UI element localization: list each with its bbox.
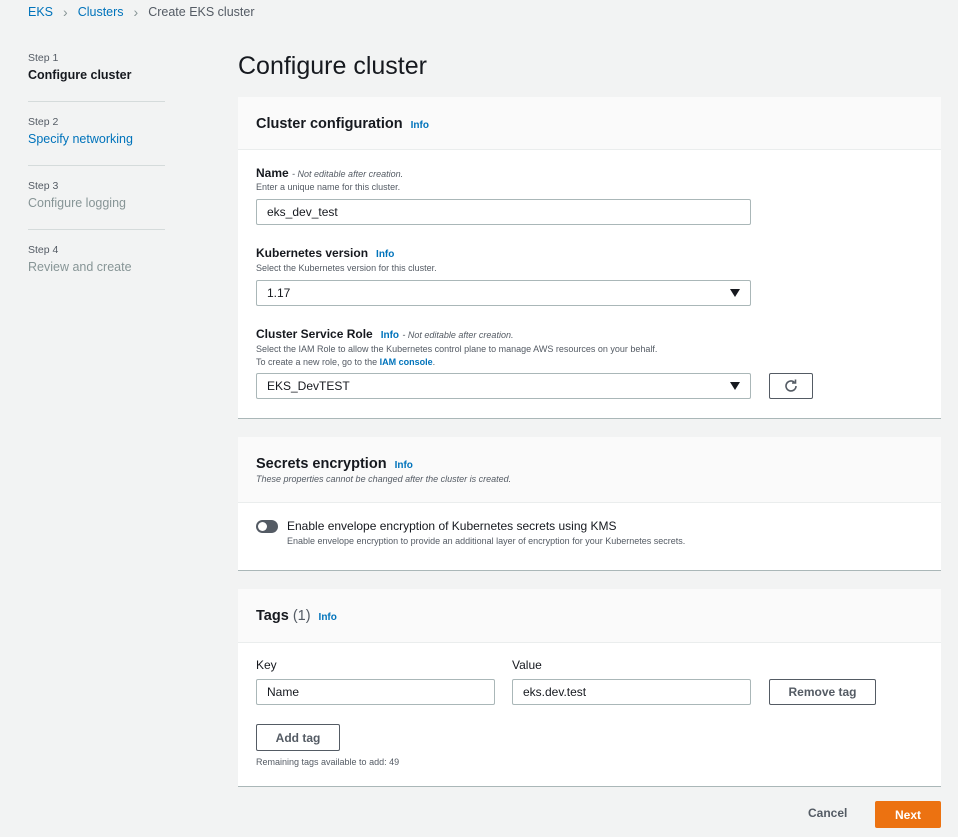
add-tag-button[interactable]: Add tag — [256, 724, 340, 751]
cluster-configuration-title: Cluster configuration — [256, 116, 403, 132]
kubernetes-version-value: 1.17 — [267, 286, 291, 300]
cluster-service-role-value: EKS_DevTEST — [267, 379, 350, 393]
cluster-name-value: eks_dev_test — [267, 205, 338, 219]
role-description-line2: To create a new role, go to the IAM cons… — [256, 356, 657, 369]
tag-key-value: Name — [267, 685, 300, 699]
panel-title: Secrets encryption Info — [256, 456, 413, 472]
secrets-subtitle: These properties cannot be changed after… — [256, 474, 512, 484]
cluster-service-role-select[interactable]: EKS_DevTEST — [256, 373, 751, 399]
tags-panel: Tags (1) Info Key Value Name eks.dev.test… — [238, 589, 941, 787]
kubernetes-version-description: Select the Kubernetes version for this c… — [256, 263, 437, 273]
info-link[interactable]: Info — [411, 120, 429, 131]
kubernetes-version-label-text: Kubernetes version — [256, 246, 369, 260]
tags-count: (1) — [292, 608, 311, 624]
breadcrumb-current: Create EKS cluster — [148, 5, 255, 19]
role-description-line1: Select the IAM Role to allow the Kuberne… — [256, 344, 658, 354]
step-number: Step 2 — [28, 116, 59, 128]
tag-value-input[interactable]: eks.dev.test — [512, 679, 751, 705]
value-column-header: Value — [512, 658, 542, 672]
info-link[interactable]: Info — [376, 249, 394, 260]
step-4: Step 4 Review and create — [28, 244, 165, 294]
breadcrumb: EKS › Clusters › Create EKS cluster — [28, 4, 255, 20]
step-1: Step 1 Configure cluster — [28, 52, 165, 102]
step-2[interactable]: Step 2 Specify networking — [28, 116, 165, 166]
panel-title: Tags (1) Info — [256, 608, 337, 624]
step-label: Configure logging — [28, 196, 126, 210]
breadcrumb-eks-link[interactable]: EKS — [28, 5, 53, 19]
envelope-encryption-description: Enable envelope encryption to provide an… — [287, 536, 686, 546]
cluster-service-role-label: Cluster Service Role Info - Not editable … — [256, 327, 513, 341]
name-note: - Not editable after creation. — [292, 169, 404, 179]
kubernetes-version-label: Kubernetes version Info — [256, 246, 394, 260]
envelope-encryption-label: Enable envelope encryption of Kubernetes… — [287, 519, 617, 533]
step-3: Step 3 Configure logging — [28, 180, 165, 230]
refresh-icon — [785, 379, 797, 392]
info-link[interactable]: Info — [381, 330, 399, 341]
tags-title: Tags — [256, 608, 289, 624]
cluster-service-role-description: Select the IAM Role to allow the Kuberne… — [256, 343, 657, 369]
envelope-encryption-toggle[interactable] — [256, 520, 278, 533]
panel-title: Cluster configuration Info — [256, 116, 429, 132]
caret-down-icon — [730, 289, 740, 297]
iam-console-link[interactable]: IAM console — [380, 357, 433, 367]
info-link[interactable]: Info — [395, 460, 413, 471]
role-description-prefix: To create a new role, go to the — [256, 357, 380, 367]
key-column-header: Key — [256, 658, 277, 672]
cluster-service-role-label-text: Cluster Service Role — [256, 327, 373, 341]
name-description: Enter a unique name for this cluster. — [256, 182, 401, 192]
cluster-configuration-panel: Cluster configuration Info Name - Not edi… — [238, 97, 941, 419]
tag-key-input[interactable]: Name — [256, 679, 495, 705]
remaining-tags-text: Remaining tags available to add: 49 — [256, 757, 400, 767]
info-link[interactable]: Info — [319, 612, 337, 623]
kubernetes-version-select[interactable]: 1.17 — [256, 280, 751, 306]
panel-header: Cluster configuration Info — [238, 97, 941, 150]
role-description-suffix: . — [432, 357, 436, 367]
cancel-button[interactable]: Cancel — [808, 806, 847, 820]
name-label: Name - Not editable after creation. — [256, 166, 403, 180]
name-label-text: Name — [256, 166, 289, 180]
page-title: Configure cluster — [238, 52, 427, 80]
step-number: Step 1 — [28, 52, 59, 64]
step-label[interactable]: Specify networking — [28, 132, 165, 146]
step-label: Review and create — [28, 260, 132, 274]
caret-down-icon — [730, 382, 740, 390]
step-number: Step 3 — [28, 180, 59, 192]
next-button[interactable]: Next — [875, 801, 941, 828]
secrets-encryption-title: Secrets encryption — [256, 456, 387, 472]
cluster-name-input[interactable]: eks_dev_test — [256, 199, 751, 225]
panel-header: Tags (1) Info — [238, 589, 941, 643]
breadcrumb-clusters-link[interactable]: Clusters — [78, 5, 124, 19]
step-number: Step 4 — [28, 244, 59, 256]
tag-value-value: eks.dev.test — [523, 685, 587, 699]
chevron-right-icon: › — [133, 4, 139, 20]
role-note: - Not editable after creation. — [402, 330, 514, 340]
refresh-roles-button[interactable] — [769, 373, 813, 399]
secrets-encryption-panel: Secrets encryption Info These properties … — [238, 437, 941, 571]
panel-header: Secrets encryption Info These properties … — [238, 437, 941, 503]
chevron-right-icon: › — [63, 4, 68, 20]
wizard-steps: Step 1 Configure cluster Step 2 Specify … — [28, 50, 165, 308]
remove-tag-button[interactable]: Remove tag — [769, 679, 876, 705]
step-label: Configure cluster — [28, 68, 132, 82]
